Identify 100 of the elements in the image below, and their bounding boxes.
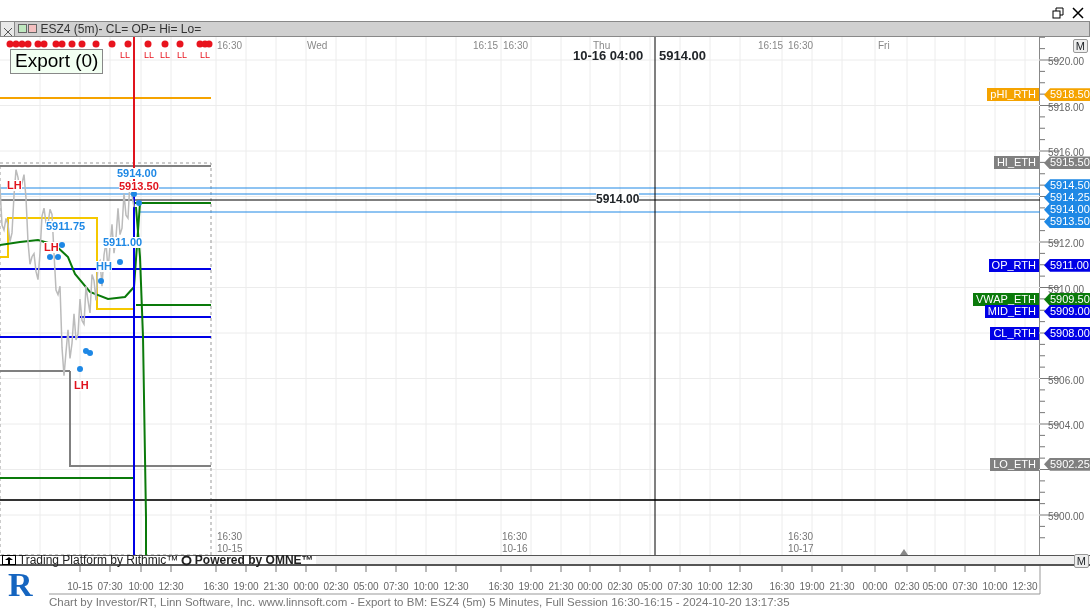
level-label: VWAP_ETH (972, 292, 1039, 306)
swing-label: 5911.00 (103, 237, 143, 248)
price-tick: 5906.00 (1048, 373, 1085, 388)
price-tag: 5911.00 (1044, 258, 1090, 272)
price-tag: 5914.50 (1044, 179, 1090, 193)
time-axis-label: 00:00 (577, 580, 603, 594)
time-axis-label: 02:30 (607, 580, 633, 594)
level-label: HI_ETH (993, 156, 1039, 170)
swing-point (47, 254, 53, 260)
m-button[interactable]: M (1073, 554, 1089, 568)
swing-point (77, 366, 83, 372)
price-tag: 5914.25 (1044, 191, 1090, 205)
time-label: 16:15 (758, 41, 784, 51)
window-state-icon (17, 24, 38, 34)
session-time: 16:30 (788, 532, 814, 542)
scroll-bar[interactable]: Trading Platform by Rithmic™ Powered by OMNE™ M (0, 555, 1090, 566)
time-label: 16:15 (473, 41, 499, 51)
swing-point (59, 242, 65, 248)
time-axis-label: 07:30 (667, 580, 693, 594)
session-date: 10-17 (788, 544, 814, 554)
m-button[interactable]: M (1072, 39, 1088, 53)
price-tag: 5915.50 (1044, 156, 1090, 170)
time-axis-label: 12:30 (1012, 580, 1038, 594)
footer-text: Chart by Investor/RT, Linn Software, Inc. www.linnsoft.com - Export to BM: ESZ4 (5m) 5 Minutes, Full Session 16:30-16:15 - 2024-10-20 13:17:35 (49, 595, 790, 609)
window-title: ESZ4 (5m)- CL= OP= Hi= Lo= (40, 21, 202, 38)
time-axis-label: 16:30 (203, 580, 229, 594)
marker-label: LL (177, 51, 187, 60)
swing-point (131, 191, 137, 197)
marker-label: LL (120, 51, 130, 60)
time-axis-label: 00:00 (862, 580, 888, 594)
swing-point (98, 278, 104, 284)
swing-point (136, 200, 142, 206)
time-axis-label: 21:30 (548, 580, 574, 594)
swing-label: 5911.75 (46, 221, 86, 232)
swing-label: 5914.00 (117, 168, 157, 179)
marker-dot (124, 40, 132, 48)
close-button[interactable] (1, 22, 15, 36)
time-axis-label: 12:30 (158, 580, 184, 594)
time-axis-label: 21:30 (263, 580, 289, 594)
price-tag: 5902.25 (1044, 457, 1090, 471)
time-axis-label: 10:00 (413, 580, 439, 594)
triangle-icon (900, 549, 908, 555)
time-axis-label: 21:30 (829, 580, 855, 594)
price-tag: 5914.00 (1044, 203, 1090, 217)
export-button[interactable]: Export (0) (10, 49, 104, 74)
level-label: OP_RTH (988, 258, 1039, 272)
marker-label: LL (144, 51, 154, 60)
swing-label: HH (96, 261, 112, 272)
time-axis-label: 16:30 (769, 580, 795, 594)
price-tick: 5910.00 (1048, 282, 1085, 295)
time-label: 16:30 (788, 41, 814, 51)
level-label: LO_ETH (990, 457, 1039, 471)
ring-icon (181, 554, 193, 566)
crosshair-price: 5914.00 (659, 49, 706, 62)
time-label: Fri (878, 41, 890, 51)
sponsor-text: Powered by OMNE™ (194, 554, 314, 566)
time-axis-label: 00:00 (293, 580, 319, 594)
marker-dot (68, 40, 76, 48)
time-axis-label: 05:00 (637, 580, 663, 594)
swing-label: 5913.50 (119, 181, 159, 192)
marker-dot (161, 40, 169, 48)
marker-label: LL (160, 51, 170, 60)
time-axis-label: 19:00 (518, 580, 544, 594)
session-date: 10-15 (217, 544, 243, 554)
swing-label: LH (7, 180, 22, 191)
price-tag: 5908.00 (1044, 327, 1090, 340)
price-tick: 5920.00 (1048, 55, 1085, 69)
marker-dot (92, 40, 100, 48)
time-axis-label: 10:00 (697, 580, 723, 594)
time-label: Wed (307, 41, 328, 51)
price-tick: 5900.00 (1048, 510, 1085, 524)
price-tick: 5916.00 (1048, 146, 1085, 158)
price-tag: 5918.50 (1044, 88, 1090, 102)
time-axis-label: 12:30 (443, 580, 469, 594)
time-axis-label: 10-15 (67, 580, 93, 594)
level-label: CL_RTH (990, 327, 1039, 340)
marker-label: LL (200, 51, 210, 60)
marker-dot (144, 40, 152, 48)
price-tick: 5918.00 (1048, 100, 1085, 115)
time-axis-label: 07:30 (383, 580, 409, 594)
time-label: 16:30 (503, 41, 529, 51)
price-tag: 5913.50 (1044, 215, 1090, 229)
time-axis-label: 10:00 (128, 580, 154, 594)
price-tick: 5904.00 (1048, 419, 1085, 433)
marker-dot (78, 40, 86, 48)
time-axis-label: 07:30 (97, 580, 123, 594)
time-axis-label: 19:00 (799, 580, 825, 594)
time-axis-label: 10:00 (982, 580, 1008, 594)
time-axis-label: 16:30 (488, 580, 514, 594)
swing-label: LH (44, 242, 59, 253)
time-label: Thu (593, 41, 611, 51)
time-axis-label: 05:00 (353, 580, 379, 594)
sponsor-text: Trading Platform by Rithmic™ (18, 554, 179, 566)
level-label: pHI_RTH (987, 88, 1039, 102)
time-axis-label: 02:30 (894, 580, 920, 594)
close-icon (1, 25, 14, 38)
session-time: 16:30 (502, 532, 528, 542)
swing-point (55, 254, 61, 260)
price-tag: 5909.50 (1044, 292, 1090, 306)
time-label: 16:30 (217, 41, 243, 51)
